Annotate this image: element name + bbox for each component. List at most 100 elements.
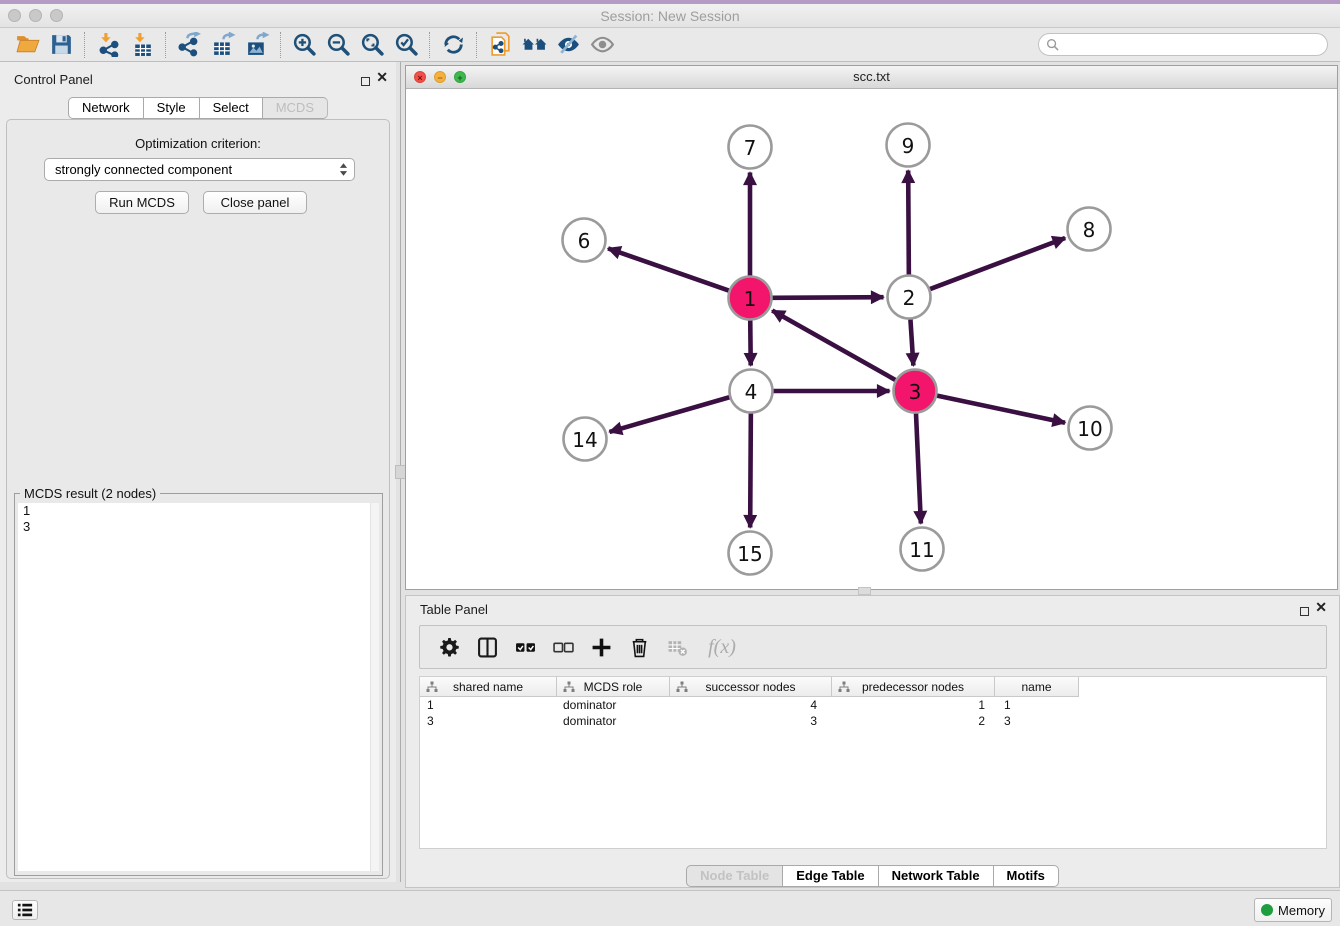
zoom-out-button[interactable] — [321, 30, 355, 60]
select-all-columns-button[interactable] — [510, 632, 540, 662]
graph-edge-2-8[interactable] — [930, 238, 1065, 289]
close-panel-action-button[interactable]: Close panel — [203, 191, 307, 214]
toolbar-separator — [280, 32, 281, 58]
export-image-button[interactable] — [240, 30, 274, 60]
tab-mcds[interactable]: MCDS — [262, 97, 328, 119]
hierarchy-icon — [426, 681, 438, 693]
table-row[interactable]: 1dominator411 — [420, 697, 1326, 713]
graph-node-label: 4 — [745, 380, 758, 404]
mcds-result-list[interactable]: 1 3 — [18, 503, 379, 871]
export-table-button[interactable] — [206, 30, 240, 60]
window-zoom-button[interactable] — [50, 9, 63, 22]
column-header-name[interactable]: name — [995, 677, 1079, 697]
task-history-button[interactable] — [12, 900, 38, 920]
graph-edge-2-9[interactable] — [908, 170, 909, 274]
graph-edge-1-2[interactable] — [772, 297, 883, 298]
node-table-rows: 1dominator4113dominator323 — [420, 697, 1326, 729]
graph-edge-3-11[interactable] — [916, 413, 921, 523]
column-header-predecessor-nodes[interactable]: predecessor nodes — [832, 677, 995, 697]
tab-node-table[interactable]: Node Table — [686, 865, 782, 887]
column-label: name — [1021, 680, 1051, 694]
column-label: predecessor nodes — [862, 680, 964, 694]
table-cell: 1 — [832, 697, 995, 713]
control-panel: Control Panel ✕ Network Style Select MCD… — [0, 62, 396, 882]
graph-edge-3-1[interactable] — [772, 311, 895, 380]
graph-edge-1-6[interactable] — [608, 248, 729, 290]
delete-table-button[interactable] — [662, 632, 692, 662]
window-title: Session: New Session — [0, 4, 1340, 28]
deselect-all-columns-button[interactable] — [548, 632, 578, 662]
show-hidden-button[interactable] — [585, 30, 619, 60]
add-column-button[interactable] — [586, 632, 616, 662]
show-column-panel-button[interactable] — [472, 632, 502, 662]
tab-style[interactable]: Style — [143, 97, 199, 119]
hierarchy-icon — [838, 681, 850, 693]
table-row[interactable]: 3dominator323 — [420, 713, 1326, 729]
network-maximize-button[interactable]: + — [454, 71, 466, 83]
memory-status-dot — [1261, 904, 1273, 916]
hide-selected-button[interactable] — [551, 30, 585, 60]
zoom-fit-icon — [360, 32, 385, 57]
column-header-shared-name[interactable]: shared name — [420, 677, 557, 697]
zoom-selected-button[interactable] — [389, 30, 423, 60]
table-close-button[interactable]: ✕ — [1315, 603, 1327, 612]
tab-edge-table[interactable]: Edge Table — [782, 865, 877, 887]
export-image-icon — [245, 32, 270, 57]
close-panel-button[interactable]: ✕ — [376, 73, 388, 82]
mcds-result-box: MCDS result (2 nodes) 1 3 — [14, 493, 383, 876]
save-session-button[interactable] — [44, 30, 78, 60]
window-close-button[interactable] — [8, 9, 21, 22]
column-header-successor-nodes[interactable]: successor nodes — [670, 677, 832, 697]
main-toolbar — [0, 28, 1340, 62]
table-cell: 3 — [995, 713, 1079, 729]
graph-edge-2-3[interactable] — [910, 319, 913, 365]
result-scrollbar[interactable] — [370, 503, 379, 871]
table-options-button[interactable] — [434, 632, 464, 662]
memory-button[interactable]: Memory — [1254, 898, 1332, 922]
task-list-icon — [16, 902, 34, 918]
tab-network[interactable]: Network — [68, 97, 143, 119]
graph-node-label: 1 — [744, 287, 757, 311]
hierarchy-icon — [676, 681, 688, 693]
eye-icon — [590, 32, 615, 57]
tab-network-table[interactable]: Network Table — [878, 865, 993, 887]
table-float-button[interactable] — [1300, 603, 1309, 621]
table-cell: 4 — [670, 697, 832, 713]
horizontal-splitter-handle[interactable] — [858, 587, 871, 595]
import-network-button[interactable] — [91, 30, 125, 60]
delete-columns-button[interactable] — [624, 632, 654, 662]
float-panel-button[interactable] — [361, 73, 370, 91]
export-network-button[interactable] — [172, 30, 206, 60]
column-header-mcds-role[interactable]: MCDS role — [557, 677, 670, 697]
graph-edge-4-15[interactable] — [750, 413, 751, 527]
optimization-criterion-dropdown[interactable]: strongly connected component — [44, 158, 355, 181]
chevron-up-down-icon — [339, 162, 348, 177]
open-folder-icon — [15, 32, 40, 57]
table-cell: 1 — [995, 697, 1079, 713]
function-builder-button[interactable]: f(x) — [700, 632, 744, 662]
tab-select[interactable]: Select — [199, 97, 262, 119]
network-window-title: scc.txt — [406, 66, 1337, 88]
float-icon — [1300, 607, 1309, 616]
window-minimize-button[interactable] — [29, 9, 42, 22]
graph-edge-3-10[interactable] — [937, 396, 1065, 423]
clone-network-button[interactable] — [483, 30, 517, 60]
import-table-button[interactable] — [125, 30, 159, 60]
zoom-selected-icon — [394, 32, 419, 57]
open-session-button[interactable] — [10, 30, 44, 60]
network-close-button[interactable]: × — [414, 71, 426, 83]
network-window-titlebar[interactable]: × − + scc.txt — [406, 66, 1337, 89]
zoom-fit-button[interactable] — [355, 30, 389, 60]
zoom-in-button[interactable] — [287, 30, 321, 60]
network-canvas[interactable]: 7968124314101511 — [406, 89, 1337, 589]
zoom-out-icon — [326, 32, 351, 57]
graph-node-label: 7 — [744, 136, 757, 160]
tab-motifs[interactable]: Motifs — [993, 865, 1059, 887]
run-mcds-button[interactable]: Run MCDS — [95, 191, 189, 214]
graph-edge-4-14[interactable] — [609, 397, 729, 432]
network-minimize-button[interactable]: − — [434, 71, 446, 83]
apply-layout-button[interactable] — [436, 30, 470, 60]
table-toolbar: f(x) — [419, 625, 1327, 669]
show-all-button[interactable] — [517, 30, 551, 60]
search-input[interactable] — [1059, 36, 1327, 54]
